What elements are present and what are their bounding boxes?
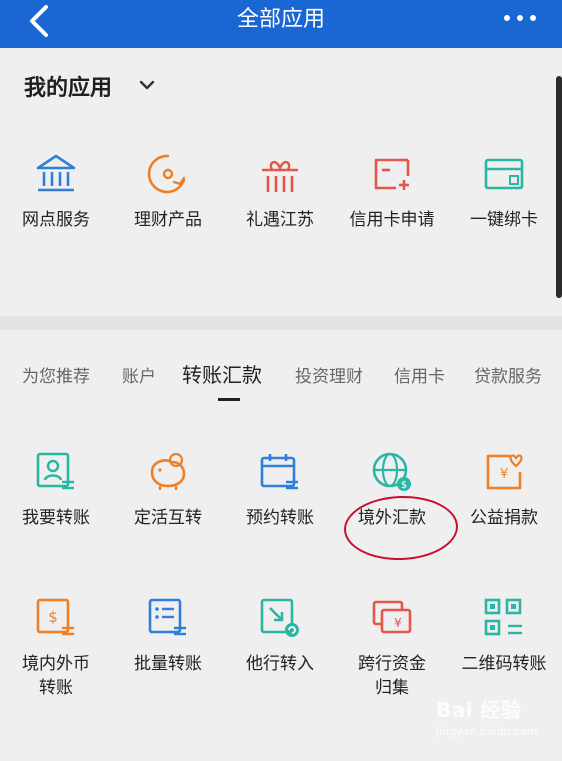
app-label: 境内外币 转账 — [22, 654, 90, 698]
app-label: 网点服务 — [22, 210, 90, 230]
top-bar: 全部应用 — [0, 0, 562, 48]
app-label: 公益捐款 — [470, 508, 538, 528]
watermark-logo: Bai 经验 — [436, 698, 522, 722]
tab-investment[interactable]: 投资理财 — [295, 362, 363, 387]
inbound-transfer-icon — [260, 598, 299, 637]
qr-code-icon — [484, 598, 522, 636]
credit-card-apply-icon — [374, 158, 410, 190]
app-my-transfer[interactable]: 我要转账 — [0, 450, 112, 530]
svg-text:$: $ — [401, 480, 407, 491]
tab-account[interactable]: 账户 — [122, 362, 156, 387]
app-label: 礼遇江苏 — [246, 210, 314, 230]
app-qr-code-transfer[interactable]: 二维码转账 — [448, 596, 560, 676]
chevron-down-icon[interactable] — [138, 78, 156, 92]
app-label: 定活互转 — [134, 508, 202, 528]
app-fixed-current-transfer[interactable]: 定活互转 — [112, 450, 224, 530]
app-interbank-fund-collection[interactable]: ¥ 跨行资金 归集 — [336, 596, 448, 700]
app-label: 批量转账 — [134, 654, 202, 674]
gift-icon — [262, 160, 298, 192]
app-label: 理财产品 — [134, 210, 202, 230]
bank-building-icon — [36, 154, 76, 192]
svg-text:¥: ¥ — [394, 616, 402, 630]
page-title: 全部应用 — [236, 7, 325, 32]
fund-collect-icon: ¥ — [372, 600, 412, 634]
app-credit-card-apply[interactable]: 信用卡申请 — [336, 152, 448, 232]
app-bind-card[interactable]: 一键绑卡 — [448, 152, 560, 232]
app-charity-donation[interactable]: ¥ 公益捐款 — [448, 450, 560, 530]
tab-credit-card[interactable]: 信用卡 — [394, 362, 445, 387]
app-label: 二维码转账 — [461, 654, 547, 674]
app-gift-jiangsu[interactable]: 礼遇江苏 — [224, 152, 336, 232]
app-scheduled-transfer[interactable]: 预约转账 — [224, 450, 336, 530]
scheduled-transfer-icon — [260, 454, 298, 490]
my-apps-title: 我的应用 — [24, 76, 113, 101]
app-batch-transfer[interactable]: 批量转账 — [112, 596, 224, 676]
charity-heart-icon: ¥ — [486, 454, 523, 490]
app-branch-service[interactable]: 网点服务 — [0, 152, 112, 232]
app-domestic-foreign-currency-transfer[interactable]: $ 境内外币 转账 — [0, 596, 112, 700]
transfer-user-icon — [36, 452, 74, 490]
active-tab-indicator — [218, 398, 240, 401]
app-inbound-transfer[interactable]: 他行转入 — [224, 596, 336, 676]
my-apps-section: 我的应用 网点服务 理财产品 礼遇江苏 信用卡申请 一键绑卡 — [0, 48, 562, 316]
app-label: 他行转入 — [246, 654, 314, 674]
watermark-url: jingyan.baidu.com — [436, 725, 538, 738]
foreign-currency-icon: $ — [36, 598, 74, 636]
app-label: 预约转账 — [246, 508, 314, 528]
more-dots-icon — [504, 15, 510, 21]
more-button[interactable] — [500, 6, 540, 30]
svg-text:$: $ — [48, 608, 58, 626]
app-wealth-products[interactable]: 理财产品 — [112, 152, 224, 232]
globe-dollar-icon: $ — [372, 452, 411, 491]
tab-transfer[interactable]: 转账汇款 — [182, 359, 262, 388]
app-label: 一键绑卡 — [470, 210, 538, 230]
section-divider — [0, 316, 562, 330]
app-label: 我要转账 — [22, 508, 90, 528]
app-label: 跨行资金 归集 — [358, 654, 426, 698]
tab-recommended[interactable]: 为您推荐 — [22, 362, 90, 387]
svg-text:¥: ¥ — [500, 467, 508, 482]
app-label: 信用卡申请 — [349, 210, 435, 230]
category-tabs: 为您推荐 账户 转账汇款 投资理财 信用卡 贷款服务 — [0, 354, 562, 404]
watermark: Bai 经验 jingyan.baidu.com — [436, 694, 556, 754]
piggy-bank-icon — [150, 452, 186, 490]
wealth-coin-icon — [147, 154, 186, 194]
bind-card-icon — [484, 158, 524, 190]
tab-loan-service[interactable]: 贷款服务 — [474, 362, 542, 387]
batch-list-icon — [148, 598, 186, 636]
